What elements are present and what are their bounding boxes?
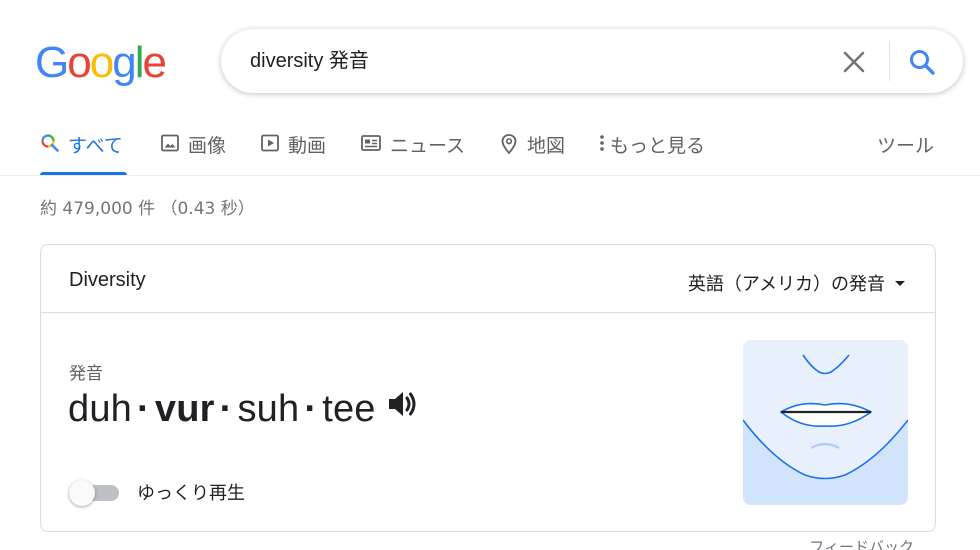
tab-label: 画像 [188,135,227,157]
search-input[interactable] [250,29,830,93]
logo-letter: G [35,38,69,87]
speaker-icon [388,392,416,416]
card-title: Diversity [69,269,146,291]
news-icon [361,135,381,151]
video-icon [261,134,279,152]
tab-maps[interactable]: 地図 [499,125,565,175]
syllable-separator: · [304,387,318,430]
caret-down-icon [895,280,905,286]
slow-playback-toggle[interactable] [69,479,119,506]
tools-button[interactable]: ツール [877,125,934,175]
result-stats: 約 479,000 件 （0.43 秒） [40,199,255,219]
toggle-knob [69,480,95,506]
tabs-divider [0,175,980,176]
tab-label: 動画 [288,135,327,157]
logo-letter: l [134,38,145,87]
tab-videos[interactable]: 動画 [260,125,326,175]
syllable: suh [237,387,300,430]
syllable: tee [322,387,376,430]
logo-letter: e [142,38,167,87]
google-logo[interactable]: Google [35,38,167,88]
tab-label: すべて [68,135,123,157]
tools-label: ツール [877,135,935,157]
tab-label: 地図 [527,135,566,157]
tab-label: もっと見る [610,135,706,157]
slow-playback-row: ゆっくり再生 [69,479,245,506]
logo-letter: g [112,38,137,87]
syllable: duh [68,387,133,430]
more-vert-icon [600,135,604,151]
mouth-diagram-icon [743,354,908,505]
syllable-stressed: vur [154,387,215,430]
syllable-separator: · [137,387,150,430]
mouth-illustration [743,340,908,505]
map-pin-icon [501,134,517,155]
pronunciation-label: 発音 [69,364,103,384]
language-select[interactable]: 英語（アメリカ）の発音 [688,270,905,296]
tab-more[interactable]: もっと見る [598,125,705,175]
slow-playback-label: ゆっくり再生 [137,483,245,504]
search-box [221,29,963,93]
search-icon [910,50,935,75]
search-tabs: すべて 画像 動画 ニュース 地図 もっと見る ツール [40,125,940,175]
card-header: Diversity 英語（アメリカ）の発音 [41,245,935,313]
tab-news[interactable]: ニュース [360,125,465,175]
search-icon [41,134,59,152]
clear-search-button[interactable] [839,47,869,77]
image-icon [161,134,179,152]
tab-label: ニュース [390,135,466,157]
search-divider [889,41,890,81]
tab-all[interactable]: すべて [40,125,127,175]
syllable-separator: · [219,387,233,430]
logo-letter: o [67,38,92,87]
tab-images[interactable]: 画像 [160,125,226,175]
pronunciation-card: Diversity 英語（アメリカ）の発音 発音 duh · vur · suh… [40,244,936,532]
language-select-label: 英語（アメリカ）の発音 [687,274,885,295]
play-audio-button[interactable] [386,387,420,431]
pronunciation-text: duh · vur · suh · tee [68,387,420,431]
search-button[interactable] [907,47,937,77]
close-icon [843,51,865,73]
logo-letter: o [89,38,115,87]
feedback-link[interactable]: フィードバック [809,536,914,550]
